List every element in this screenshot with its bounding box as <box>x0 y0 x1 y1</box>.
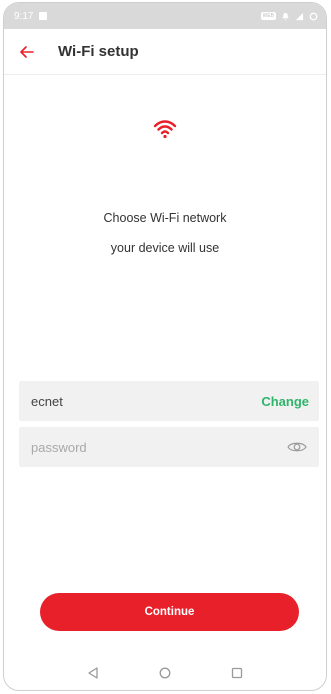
notification-icon <box>39 12 48 20</box>
nav-home-button[interactable] <box>157 665 173 681</box>
instruction-line-2: your device will use <box>110 241 220 255</box>
instruction-line-1: Choose Wi-Fi network <box>103 211 227 225</box>
network-field: ecnet Change <box>19 381 319 421</box>
nav-back-button[interactable] <box>85 665 101 681</box>
password-field <box>19 427 319 467</box>
arrow-left-icon <box>20 45 34 58</box>
battery-icon <box>309 12 318 20</box>
bell-icon <box>282 12 289 21</box>
square-recents-icon <box>231 667 243 678</box>
password-input[interactable] <box>31 439 251 455</box>
signal-icon <box>295 12 304 20</box>
show-password-button[interactable] <box>285 437 309 457</box>
triangle-back-icon <box>88 666 98 679</box>
status-badge: WEB <box>260 12 276 20</box>
phone-frame: 9:17 WEB Wi-Fi setup Choose Wi-Fi networ… <box>3 2 327 691</box>
status-bar: 9:17 WEB <box>4 3 326 29</box>
instruction-text: Choose Wi-Fi network your device will us… <box>4 203 326 263</box>
change-network-button[interactable]: Change <box>261 394 309 409</box>
eye-icon <box>287 442 307 452</box>
status-time: 9:17 <box>14 10 34 22</box>
network-name: ecnet <box>31 393 63 409</box>
system-nav-bar <box>4 653 326 690</box>
page-title: Wi-Fi setup <box>58 43 139 60</box>
wifi-icon <box>153 120 177 139</box>
app-header: Wi-Fi setup <box>4 29 326 75</box>
nav-recents-button[interactable] <box>229 665 245 681</box>
circle-home-icon <box>159 667 171 678</box>
back-button[interactable] <box>4 29 50 75</box>
continue-button[interactable]: Continue <box>40 593 299 631</box>
